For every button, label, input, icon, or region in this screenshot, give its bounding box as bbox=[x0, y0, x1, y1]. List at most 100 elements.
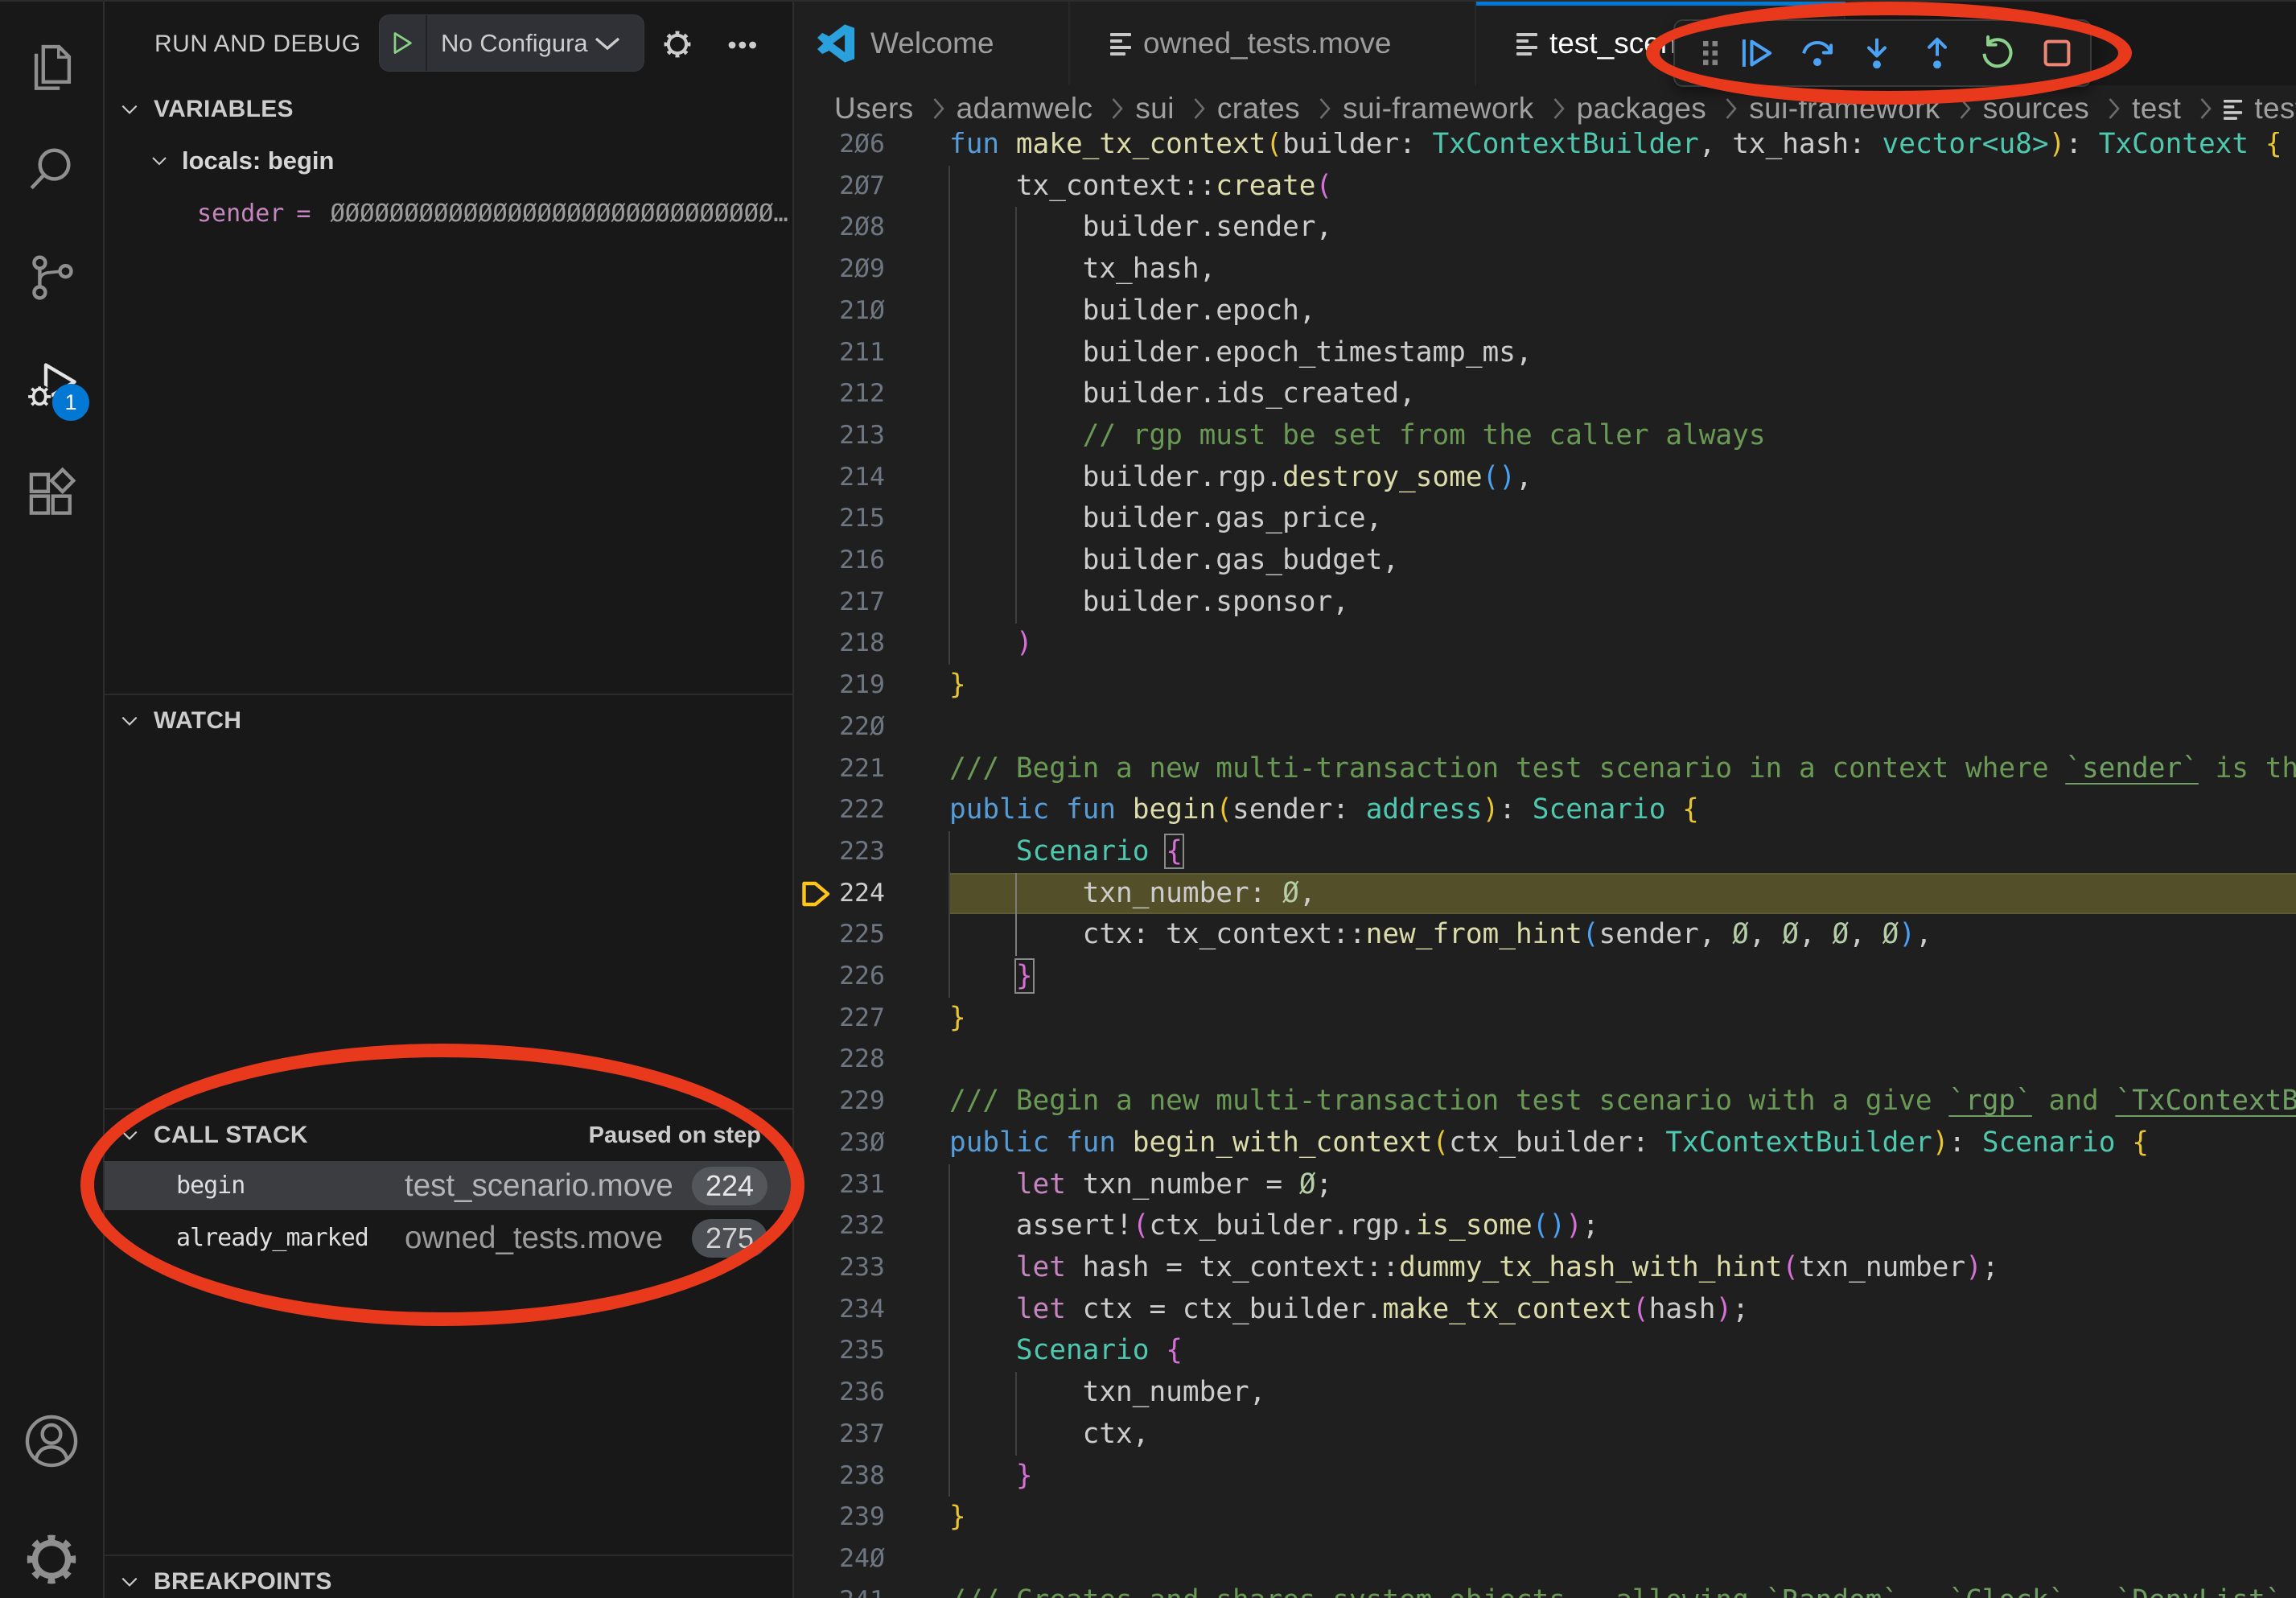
breadcrumb-item[interactable]: sui bbox=[1135, 92, 1175, 126]
start-debug-dropdown[interactable]: No Configura bbox=[379, 14, 644, 72]
tab-owned-tests[interactable]: owned_tests.move bbox=[1070, 2, 1476, 85]
code-line-219[interactable]: 219} bbox=[794, 665, 2296, 706]
code-line-227[interactable]: 227} bbox=[794, 998, 2296, 1040]
line-number[interactable]: 24Ø bbox=[794, 1538, 885, 1580]
more-actions-icon[interactable] bbox=[728, 39, 757, 54]
start-debug-button[interactable] bbox=[380, 15, 427, 71]
line-number[interactable]: 236 bbox=[794, 1372, 885, 1414]
code-line-222[interactable]: 222public fun begin(sender: address): Sc… bbox=[794, 789, 2296, 831]
code-line-236[interactable]: 236 txn_number, bbox=[794, 1372, 2296, 1414]
line-number[interactable]: 228 bbox=[794, 1039, 885, 1081]
code-line-235[interactable]: 235 Scenario { bbox=[794, 1330, 2296, 1372]
line-number[interactable]: 217 bbox=[794, 582, 885, 624]
line-number[interactable]: 219 bbox=[794, 665, 885, 706]
line-number[interactable]: 21Ø bbox=[794, 290, 885, 332]
account-button[interactable] bbox=[0, 1397, 103, 1485]
code-line-217[interactable]: 217 builder.sponsor, bbox=[794, 582, 2296, 624]
code-line-241[interactable]: 241/// Creates and shares system objects… bbox=[794, 1580, 2296, 1598]
code-line-224[interactable]: 224 txn_number: Ø, bbox=[794, 873, 2296, 915]
settings-button[interactable] bbox=[0, 1515, 103, 1598]
line-number[interactable]: 215 bbox=[794, 498, 885, 540]
sidebar-item-extensions[interactable] bbox=[0, 450, 103, 538]
sidebar-item-explorer[interactable] bbox=[0, 18, 103, 106]
line-number[interactable]: 216 bbox=[794, 540, 885, 582]
code-line-209[interactable]: 2Ø9 tx_hash, bbox=[794, 249, 2296, 290]
sidebar-item-search[interactable] bbox=[0, 126, 103, 214]
line-number[interactable]: 239 bbox=[794, 1497, 885, 1538]
breadcrumb-item[interactable]: adamwelc bbox=[957, 92, 1093, 126]
line-number[interactable]: 214 bbox=[794, 457, 885, 499]
breadcrumb-item[interactable]: packages bbox=[1577, 92, 1707, 126]
line-number[interactable]: 232 bbox=[794, 1205, 885, 1247]
code-line-237[interactable]: 237 ctx, bbox=[794, 1414, 2296, 1456]
code-line-221[interactable]: 221/// Begin a new multi-transaction tes… bbox=[794, 748, 2296, 790]
breadcrumb-item[interactable]: test bbox=[2132, 92, 2181, 126]
code-line-214[interactable]: 214 builder.rgp.destroy_some(), bbox=[794, 457, 2296, 499]
line-number[interactable]: 22Ø bbox=[794, 706, 885, 748]
tab-welcome[interactable]: Welcome bbox=[794, 2, 1070, 85]
line-number[interactable]: 2Ø7 bbox=[794, 166, 885, 208]
code-line-220[interactable]: 22Ø bbox=[794, 706, 2296, 748]
code-line-212[interactable]: 212 builder.ids_created, bbox=[794, 373, 2296, 415]
line-number[interactable]: 2Ø6 bbox=[794, 132, 885, 166]
code-line-210[interactable]: 21Ø builder.epoch, bbox=[794, 290, 2296, 332]
line-number[interactable]: 212 bbox=[794, 373, 885, 415]
line-number[interactable]: 23Ø bbox=[794, 1122, 885, 1164]
line-number[interactable]: 231 bbox=[794, 1164, 885, 1206]
breakpoints-section-header[interactable]: BREAKPOINTS bbox=[105, 1556, 792, 1598]
line-number[interactable]: 213 bbox=[794, 415, 885, 457]
variables-scope-row[interactable]: locals: begin bbox=[105, 135, 792, 187]
line-number[interactable]: 229 bbox=[794, 1081, 885, 1122]
code-line-239[interactable]: 239} bbox=[794, 1497, 2296, 1538]
code-line-234[interactable]: 234 let ctx = ctx_builder.make_tx_contex… bbox=[794, 1289, 2296, 1331]
code-editor[interactable]: 2Ø6fun make_tx_context(builder: TxContex… bbox=[794, 132, 2296, 1598]
line-number[interactable]: 227 bbox=[794, 998, 885, 1040]
line-number[interactable]: 221 bbox=[794, 748, 885, 790]
sidebar-item-run-and-debug[interactable]: 1 bbox=[0, 343, 103, 431]
code-line-208[interactable]: 2Ø8 builder.sender, bbox=[794, 207, 2296, 249]
watch-section-header[interactable]: WATCH bbox=[105, 695, 792, 747]
variables-section-header[interactable]: VARIABLES bbox=[105, 84, 792, 135]
line-number[interactable]: 2Ø8 bbox=[794, 207, 885, 249]
line-number[interactable]: 233 bbox=[794, 1247, 885, 1289]
line-number[interactable]: 218 bbox=[794, 623, 885, 665]
code-line-230[interactable]: 23Øpublic fun begin_with_context(ctx_bui… bbox=[794, 1122, 2296, 1164]
line-number[interactable]: 224 bbox=[794, 873, 885, 915]
code-line-228[interactable]: 228 bbox=[794, 1039, 2296, 1081]
line-number[interactable]: 2Ø9 bbox=[794, 249, 885, 290]
code-line-207[interactable]: 2Ø7 tx_context::create( bbox=[794, 166, 2296, 208]
code-line-226[interactable]: 226 } bbox=[794, 956, 2296, 998]
breadcrumb-item-file[interactable]: test_sce bbox=[2254, 92, 2296, 126]
code-line-238[interactable]: 238 } bbox=[794, 1456, 2296, 1497]
breadcrumb-item[interactable]: crates bbox=[1217, 92, 1300, 126]
code-line-225[interactable]: 225 ctx: tx_context::new_from_hint(sende… bbox=[794, 914, 2296, 956]
code-line-223[interactable]: 223 Scenario { bbox=[794, 831, 2296, 873]
line-number[interactable]: 235 bbox=[794, 1330, 885, 1372]
line-number[interactable]: 237 bbox=[794, 1414, 885, 1456]
debug-settings-gear-icon[interactable] bbox=[662, 29, 693, 64]
files-icon bbox=[23, 34, 80, 90]
line-number[interactable]: 225 bbox=[794, 914, 885, 956]
line-number[interactable]: 234 bbox=[794, 1289, 885, 1331]
code-line-233[interactable]: 233 let hash = tx_context::dummy_tx_hash… bbox=[794, 1247, 2296, 1289]
code-line-213[interactable]: 213 // rgp must be set from the caller a… bbox=[794, 415, 2296, 457]
code-line-229[interactable]: 229/// Begin a new multi-transaction tes… bbox=[794, 1081, 2296, 1122]
line-number[interactable]: 241 bbox=[794, 1580, 885, 1598]
breadcrumb-item[interactable]: Users bbox=[834, 92, 914, 126]
line-number[interactable]: 238 bbox=[794, 1456, 885, 1497]
breadcrumb-item[interactable]: sui-framework bbox=[1343, 92, 1534, 126]
code-line-232[interactable]: 232 assert!(ctx_builder.rgp.is_some()); bbox=[794, 1205, 2296, 1247]
line-number[interactable]: 223 bbox=[794, 831, 885, 873]
line-number[interactable]: 226 bbox=[794, 956, 885, 998]
code-line-240[interactable]: 24Ø bbox=[794, 1538, 2296, 1580]
code-line-206[interactable]: 2Ø6fun make_tx_context(builder: TxContex… bbox=[794, 132, 2296, 166]
code-line-215[interactable]: 215 builder.gas_price, bbox=[794, 498, 2296, 540]
variable-row-sender[interactable]: sender = ØØØØØØØØØØØØØØØØØØØØØØØØØØØØØØ… bbox=[105, 187, 792, 239]
code-line-218[interactable]: 218 ) bbox=[794, 623, 2296, 665]
code-line-231[interactable]: 231 let txn_number = Ø; bbox=[794, 1164, 2296, 1206]
code-line-216[interactable]: 216 builder.gas_budget, bbox=[794, 540, 2296, 582]
code-line-211[interactable]: 211 builder.epoch_timestamp_ms, bbox=[794, 332, 2296, 374]
sidebar-item-source-control[interactable] bbox=[0, 233, 103, 322]
line-number[interactable]: 211 bbox=[794, 332, 885, 374]
line-number[interactable]: 222 bbox=[794, 789, 885, 831]
